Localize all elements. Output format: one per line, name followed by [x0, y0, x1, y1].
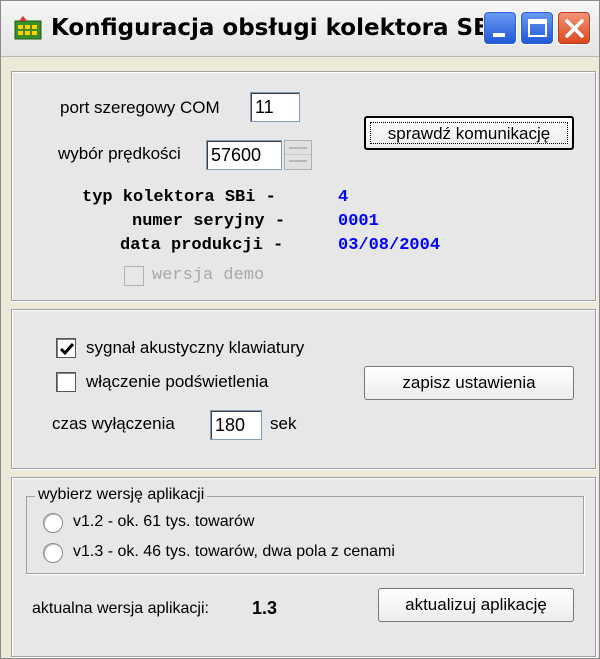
timeout-label: czas wyłączenia: [52, 414, 175, 433]
spinner-down-button[interactable]: [285, 155, 311, 169]
timeout-input[interactable]: 180: [210, 410, 262, 440]
collector-type-label: typ kolektora SBi -: [82, 188, 276, 207]
check-communication-label: sprawdź komunikację: [366, 118, 572, 148]
port-label: port szeregowy COM: [60, 98, 220, 117]
version-1-3-label: v1.3 - ok. 46 tys. towarów, dwa pola z c…: [73, 543, 395, 560]
checkmark-icon: [59, 343, 75, 356]
backlight-label: włączenie podświetlenia: [86, 372, 269, 391]
minimize-icon: [493, 33, 505, 37]
timeout-unit: sek: [270, 414, 297, 433]
spinner-up-button[interactable]: [285, 141, 311, 155]
update-app-button[interactable]: aktualizuj aplikację: [378, 588, 574, 622]
production-date-label: data produkcji -: [120, 236, 284, 255]
version-1-2-label: v1.2 - ok. 61 tys. towarów: [73, 513, 255, 530]
speed-input[interactable]: 57600: [206, 140, 282, 170]
version-1-3-radio[interactable]: [43, 543, 63, 563]
config-window: Konfiguracja obsługi kolektora SBi port …: [0, 0, 600, 659]
app-icon: [13, 15, 43, 43]
demo-version-label: wersja demo: [152, 266, 265, 285]
check-communication-button[interactable]: sprawdź komunikację: [364, 116, 574, 150]
port-input[interactable]: 11: [250, 92, 300, 122]
backlight-checkbox[interactable]: [56, 372, 76, 392]
maximize-button[interactable]: [520, 11, 554, 45]
minimize-button[interactable]: [483, 11, 517, 45]
app-version-panel: wybierz wersję aplikacji v1.2 - ok. 61 t…: [11, 477, 596, 657]
demo-version-checkbox[interactable]: [124, 266, 144, 286]
save-settings-button[interactable]: zapisz ustawienia: [364, 366, 574, 400]
speed-label: wybór prędkości: [58, 144, 181, 163]
current-version-label: aktualna wersja aplikacji:: [32, 600, 209, 617]
close-icon: [565, 19, 584, 38]
close-button[interactable]: [557, 11, 591, 45]
beep-label: sygnał akustyczny klawiatury: [86, 338, 305, 357]
app-version-groupbox: wybierz wersję aplikacji v1.2 - ok. 61 t…: [26, 486, 584, 574]
serial-number-label: numer seryjny -: [132, 212, 286, 231]
beep-checkbox[interactable]: [56, 338, 76, 358]
production-date-value: 03/08/2004: [338, 236, 441, 255]
speed-spinner[interactable]: [284, 140, 312, 170]
settings-panel: sygnał akustyczny klawiatury włączenie p…: [11, 309, 596, 469]
window-title: Konfiguracja obsługi kolektora SBi: [51, 15, 499, 41]
collector-type-value: 4: [338, 188, 349, 207]
app-version-group-label: wybierz wersję aplikacji: [35, 486, 208, 504]
connection-panel: port szeregowy COM 11 sprawdź komunikacj…: [11, 71, 596, 301]
title-bar[interactable]: Konfiguracja obsługi kolektora SBi: [1, 1, 599, 57]
version-1-2-radio[interactable]: [43, 513, 63, 533]
maximize-icon: [528, 19, 547, 37]
serial-number-value: 0001: [338, 212, 379, 231]
current-version-value: 1.3: [252, 598, 278, 618]
